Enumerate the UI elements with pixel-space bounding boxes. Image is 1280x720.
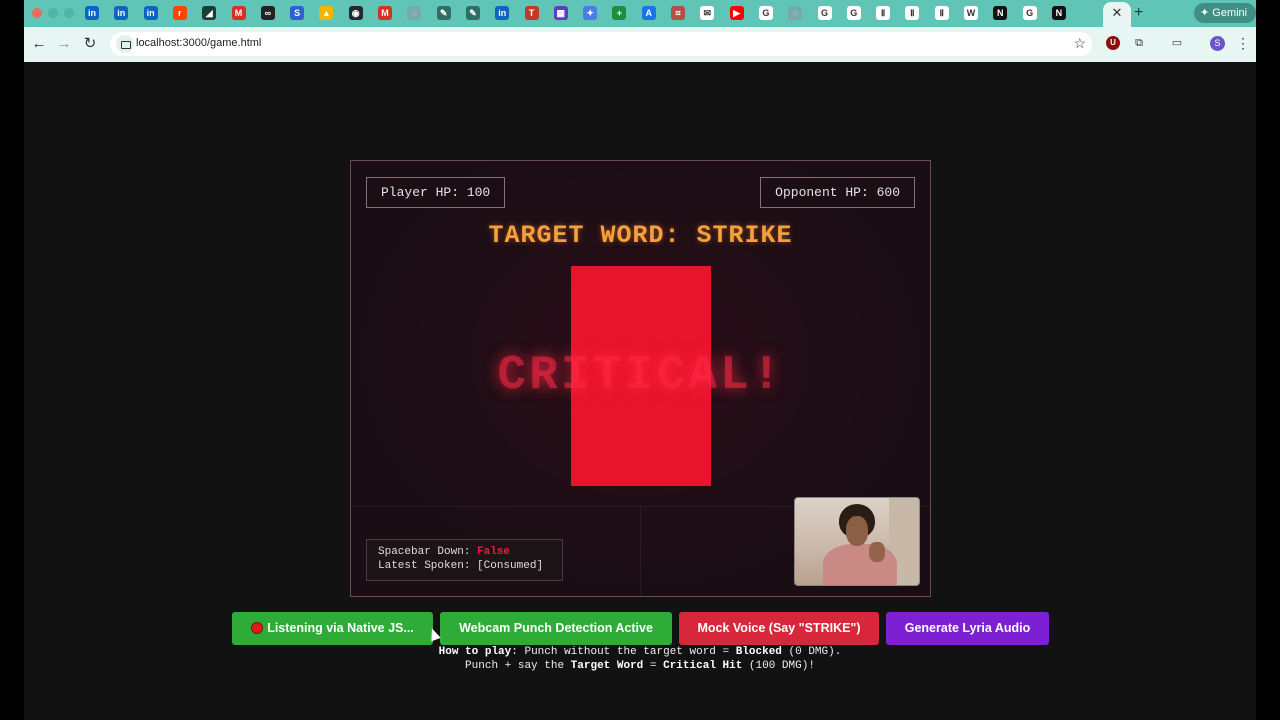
minimize-window-icon[interactable] (48, 8, 58, 18)
ublock-extension-icon[interactable]: U (1106, 36, 1120, 50)
howto-line-1: How to play: Punch without the target wo… (0, 645, 1280, 659)
latest-spoken-value: [Consumed] (477, 559, 544, 572)
address-bar[interactable]: localhost:3000/game.html ☆ (110, 32, 1092, 56)
extensions-puzzle-icon[interactable]: ⧉ (1132, 36, 1146, 50)
t-icon[interactable]: T (524, 6, 539, 20)
tab-search-icon[interactable]: ▭ (1170, 36, 1184, 50)
profile-avatar[interactable]: S (1210, 36, 1225, 51)
generate-lyria-audio-button[interactable]: Generate Lyria Audio (886, 612, 1049, 645)
google-icon[interactable]: G (758, 6, 773, 20)
s-icon[interactable]: S (290, 6, 305, 20)
google-icon[interactable]: G (1022, 6, 1037, 20)
drive-icon[interactable]: ▲ (319, 6, 334, 20)
howto-text: (100 DMG)! (742, 660, 815, 672)
pause-icon[interactable]: Ⅱ (934, 6, 949, 20)
spacebar-status: Spacebar Down: False (378, 546, 551, 560)
globe-icon[interactable]: ◌ (407, 6, 422, 20)
tab-bar: in in in r ◢ M ∞ S ▲ ◉ M ◌ ✎ ✎ in T ▦ ✦ + A ⌗ ✉ ▶ G ◌ G G Ⅱ Ⅱ Ⅱ W N G N ✕… (24, 0, 1256, 27)
google-icon[interactable]: G (817, 6, 832, 20)
pause-icon[interactable]: Ⅱ (905, 6, 920, 20)
howto-blocked: Blocked (735, 646, 782, 658)
gemini-label: Gemini (1212, 7, 1248, 19)
linkedin-icon[interactable]: in (114, 6, 129, 20)
arc-icon[interactable]: A (641, 6, 656, 20)
howto-line-2: Punch + say the Target Word = Critical H… (0, 659, 1280, 673)
record-dot-icon (251, 622, 264, 634)
bookmark-star-icon[interactable]: ☆ (1073, 35, 1086, 52)
webcam-person-body (823, 544, 897, 585)
nvidia-icon[interactable]: ◢ (202, 6, 217, 20)
browser-toolbar: ← → ↻ localhost:3000/game.html ☆ U ⧉ ▭ S… (24, 27, 1256, 62)
zoom-window-icon[interactable] (64, 8, 74, 18)
plus-green-icon[interactable]: + (612, 6, 627, 20)
loop-icon[interactable]: ∞ (260, 6, 275, 20)
spacebar-value: False (477, 546, 511, 558)
webcam-preview (794, 497, 920, 586)
howto-target-word: Target Word (570, 660, 644, 672)
pen-icon[interactable]: ✎ (465, 6, 480, 20)
browser-chrome: in in in r ◢ M ∞ S ▲ ◉ M ◌ ✎ ✎ in T ▦ ✦ + A ⌗ ✉ ▶ G ◌ G G Ⅱ Ⅱ Ⅱ W N G N ✕… (24, 0, 1256, 62)
github-icon[interactable]: ◉ (348, 6, 363, 20)
forward-icon[interactable]: → (55, 35, 73, 53)
howto-text: = (643, 660, 664, 672)
mock-voice-button[interactable]: Mock Voice (Say "STRIKE") (679, 612, 879, 645)
close-window-icon[interactable] (32, 8, 42, 18)
grid-icon[interactable]: ⌗ (671, 6, 685, 20)
globe-icon[interactable]: ◌ (788, 6, 803, 20)
url-text: localhost:3000/game.html (136, 37, 262, 49)
webcam-person-face (846, 516, 868, 546)
latest-spoken-label: Latest Spoken: (378, 559, 471, 572)
gmail-icon[interactable]: M (378, 6, 392, 20)
listening-button-label: Listening via Native JS... (267, 621, 414, 635)
howto-text: (0 DMG). (781, 646, 842, 658)
webcam-detection-button[interactable]: Webcam Punch Detection Active (440, 612, 672, 645)
gemini-button[interactable]: ✦ Gemini (1194, 3, 1256, 23)
listening-button[interactable]: Listening via Native JS... (232, 612, 433, 645)
notion-icon[interactable]: N (993, 6, 1008, 20)
latest-spoken-status: Latest Spoken: [Consumed] (378, 560, 551, 574)
how-to-play-text: How to play: Punch without the target wo… (0, 645, 1280, 673)
linkedin-icon[interactable]: in (85, 6, 99, 20)
howto-text: Punch + say the (465, 660, 571, 672)
linkedin-icon[interactable]: in (495, 6, 510, 20)
reload-icon[interactable]: ↻ (81, 35, 99, 53)
new-tab-icon[interactable]: + (1134, 4, 1143, 22)
target-word: TARGET WORD: STRIKE (488, 221, 793, 250)
back-icon[interactable]: ← (30, 35, 48, 53)
spacebar-label: Spacebar Down: (378, 546, 471, 558)
wiki-icon[interactable]: W (964, 6, 978, 20)
status-panel: Spacebar Down: False Latest Spoken: [Con… (366, 539, 563, 581)
browser-menu-icon[interactable]: ⋮ (1236, 35, 1250, 52)
pen-icon[interactable]: ✎ (436, 6, 451, 20)
site-info-icon[interactable] (116, 35, 134, 53)
youtube-icon[interactable]: ▶ (729, 6, 744, 20)
player-hp: Player HP: 100 (366, 177, 506, 208)
game-arena: Player HP: 100 Opponent HP: 600 TARGET W… (350, 160, 931, 597)
google-icon[interactable]: G (846, 6, 861, 20)
howto-heading: How to play (438, 646, 512, 658)
linkedin-icon[interactable]: in (143, 6, 158, 20)
opponent-hp: Opponent HP: 600 (760, 177, 915, 208)
center-line (640, 506, 641, 596)
spark-icon[interactable]: ✦ (583, 6, 598, 20)
calendar-icon[interactable]: ▦ (553, 6, 568, 20)
reddit-icon[interactable]: r (172, 6, 187, 20)
critical-hit-text: CRITICAL! (497, 349, 784, 403)
close-tab-icon[interactable]: ✕ (1109, 5, 1125, 21)
notion-icon[interactable]: N (1051, 6, 1066, 20)
howto-critical-hit: Critical Hit (663, 660, 743, 672)
howto-text: : Punch without the target word = (511, 646, 736, 658)
mail-icon[interactable]: ✉ (700, 6, 715, 20)
gmail-icon[interactable]: M (231, 6, 246, 20)
pause-icon[interactable]: Ⅱ (876, 6, 891, 20)
webcam-person-hand (869, 542, 885, 562)
